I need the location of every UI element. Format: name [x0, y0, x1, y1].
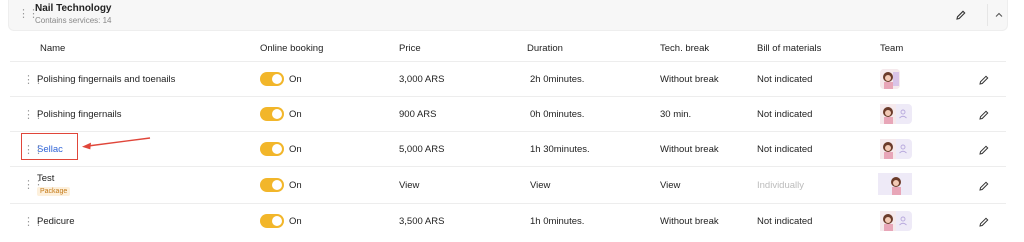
- edit-service-button[interactable]: [978, 73, 990, 85]
- online-booking-label: On: [289, 180, 302, 191]
- service-name[interactable]: Test: [37, 173, 54, 184]
- group-title: Nail Technology: [35, 3, 112, 14]
- pencil-icon: [979, 181, 989, 191]
- online-booking-label: On: [289, 216, 302, 227]
- service-name[interactable]: Polishing fingernails and toenails: [37, 74, 175, 85]
- edit-service-button[interactable]: [978, 143, 990, 155]
- table-row[interactable]: ⋮⋮ Sellac On 5,000 ARS 1h 30minutes. Wit…: [10, 131, 1006, 166]
- online-booking-label: On: [289, 144, 302, 155]
- column-header-online-booking: Online booking: [260, 43, 324, 54]
- bill-of-materials-value: Not indicated: [757, 144, 813, 155]
- duration-value: 2h 0minutes.: [530, 74, 585, 85]
- edit-group-button[interactable]: [954, 8, 968, 22]
- team-avatars: [880, 139, 912, 159]
- bill-of-materials-value: Not indicated: [757, 74, 813, 85]
- online-booking-toggle[interactable]: [260, 142, 284, 156]
- online-booking-label: On: [289, 109, 302, 120]
- service-name[interactable]: Polishing fingernails: [37, 109, 122, 120]
- table-row[interactable]: ⋮⋮ Polishing fingernails On 900 ARS 0h 0…: [10, 96, 1006, 131]
- price-value: 3,000 ARS: [399, 74, 445, 85]
- team-avatars: [878, 173, 912, 195]
- bill-of-materials-value: Not indicated: [757, 109, 813, 120]
- column-header-team: Team: [880, 43, 904, 54]
- edit-service-button[interactable]: [978, 215, 990, 227]
- service-name[interactable]: Pedicure: [37, 216, 75, 227]
- team-avatars: [880, 104, 912, 124]
- pencil-icon: [956, 10, 966, 20]
- annotation-highlight-box: [21, 133, 78, 160]
- tech-break-value: Without break: [660, 144, 719, 155]
- package-badge: Package: [37, 187, 71, 196]
- tech-break-value: Without break: [660, 74, 719, 85]
- pencil-icon: [979, 75, 989, 85]
- group-subtitle: Contains services: 14: [35, 16, 112, 25]
- table-row[interactable]: ⋮⋮ Test Package On View View View Indivi…: [10, 166, 1006, 203]
- duration-value: 0h 0minutes.: [530, 109, 585, 120]
- online-booking-label: On: [289, 74, 302, 85]
- pencil-icon: [979, 217, 989, 227]
- tech-break-value: 30 min.: [660, 109, 692, 120]
- chevron-up-icon: [995, 12, 1002, 17]
- bill-of-materials-value: Not indicated: [757, 216, 813, 227]
- column-header-price: Price: [399, 43, 421, 54]
- column-header-name: Name: [40, 43, 66, 54]
- online-booking-toggle[interactable]: [260, 178, 284, 192]
- online-booking-toggle[interactable]: [260, 72, 284, 86]
- tech-break-value: Without break: [660, 216, 719, 227]
- price-view-link[interactable]: View: [399, 180, 419, 191]
- table-row[interactable]: ⋮⋮ Polishing fingernails and toenails On…: [10, 61, 1006, 96]
- pencil-icon: [979, 145, 989, 155]
- online-booking-toggle[interactable]: [260, 107, 284, 121]
- table-row[interactable]: ⋮⋮ Pedicure On 3,500 ARS 1h 0minutes. Wi…: [10, 203, 1006, 238]
- avatar: [880, 69, 900, 89]
- team-avatars: [880, 211, 912, 231]
- collapse-group-button[interactable]: [987, 4, 1009, 26]
- online-booking-toggle[interactable]: [260, 214, 284, 228]
- column-header-duration: Duration: [527, 43, 563, 54]
- annotation-arrow-icon: [82, 137, 151, 150]
- duration-value: 1h 0minutes.: [530, 216, 585, 227]
- service-group-header[interactable]: ⋮⋮ Nail Technology Contains services: 14: [8, 0, 1008, 31]
- bill-of-materials-value: Individually: [757, 180, 804, 191]
- edit-service-button[interactable]: [978, 108, 990, 120]
- duration-value: 1h 30minutes.: [530, 144, 590, 155]
- column-header-bill-of-materials: Bill of materials: [757, 43, 822, 54]
- edit-service-button[interactable]: [978, 179, 990, 191]
- tech-break-view-link[interactable]: View: [660, 180, 680, 191]
- price-value: 5,000 ARS: [399, 144, 445, 155]
- duration-view-link[interactable]: View: [530, 180, 550, 191]
- price-value: 900 ARS: [399, 109, 437, 120]
- pencil-icon: [979, 110, 989, 120]
- price-value: 3,500 ARS: [399, 216, 445, 227]
- column-header-tech-break: Tech. break: [660, 43, 710, 54]
